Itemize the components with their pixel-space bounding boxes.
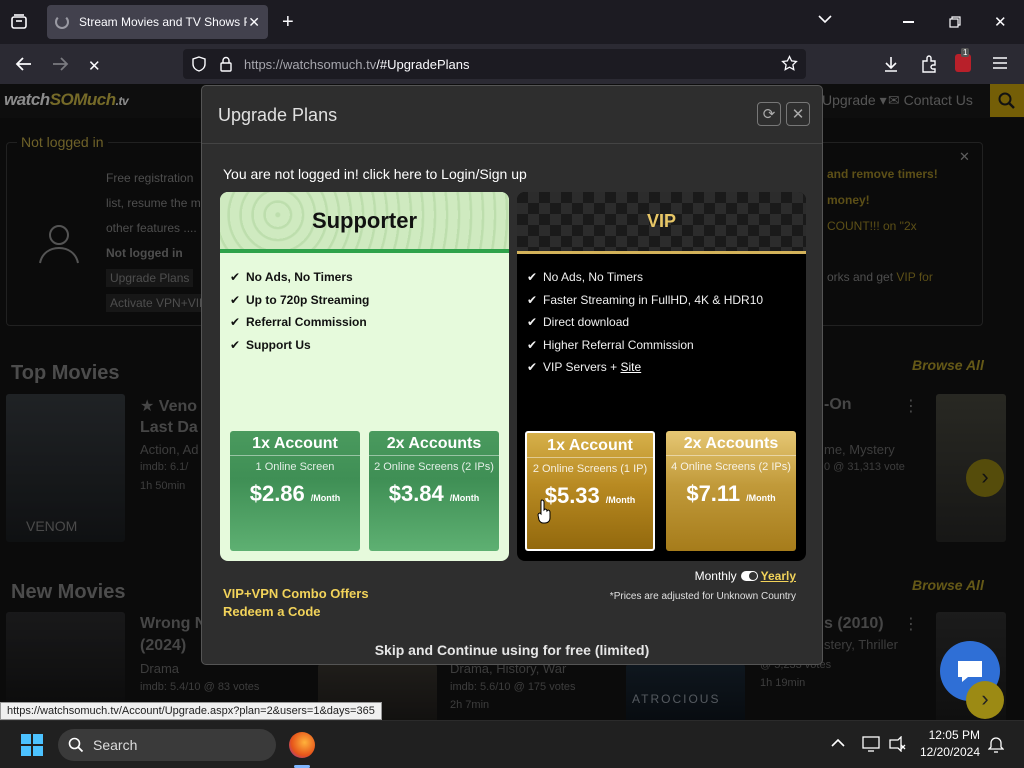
- notification-bell-icon[interactable]: [988, 736, 1004, 754]
- close-tab-icon[interactable]: ✕: [248, 14, 260, 31]
- taskbar: Search 12:05 PM 12/20/2024: [0, 720, 1024, 768]
- feature-item: ✔ No Ads, No Timers: [230, 270, 353, 285]
- search-label: Search: [93, 737, 138, 753]
- check-icon: ✔: [230, 337, 241, 352]
- price-supporter-2x[interactable]: 2x Accounts 2 Online Screens (2 IPs) $3.…: [369, 431, 499, 551]
- loading-icon: [55, 15, 69, 29]
- price-vip-2x[interactable]: 2x Accounts 4 Online Screens (2 IPs) $7.…: [666, 431, 796, 551]
- check-icon: ✔: [230, 270, 241, 285]
- modal-title: Upgrade Plans: [218, 105, 338, 125]
- vip-site-link[interactable]: Site: [621, 360, 642, 374]
- new-tab-icon[interactable]: +: [282, 11, 294, 34]
- price-head: 1x Account: [527, 433, 653, 458]
- tab-list-icon[interactable]: [10, 13, 28, 31]
- vip-vpn-combo-link[interactable]: VIP+VPN Combo Offers: [223, 585, 369, 603]
- refresh-icon[interactable]: ⟳: [757, 102, 781, 126]
- feature-item: ✔ VIP Servers + Site: [527, 360, 642, 375]
- feature-item: ✔ Up to 720p Streaming: [230, 292, 370, 307]
- upgrade-plans-modal: Upgrade Plans ⟳ ✕ You are not logged in!…: [201, 85, 823, 665]
- price-sub: 1 Online Screen: [255, 461, 335, 473]
- extensions-icon[interactable]: [920, 55, 938, 73]
- price-supporter-1x[interactable]: 1x Account 1 Online Screen $2.86/Month: [230, 431, 360, 551]
- vip-header: VIP: [517, 192, 806, 254]
- check-icon: ✔: [527, 315, 538, 330]
- combo-links: VIP+VPN Combo Offers Redeem a Code: [223, 585, 369, 621]
- price-value: $2.86/Month: [249, 481, 341, 506]
- check-icon: ✔: [230, 292, 241, 307]
- back-icon[interactable]: [15, 56, 33, 72]
- supporter-features: ✔ No Ads, No Timers ✔ Up to 720p Streaming…: [230, 266, 369, 356]
- status-bar-url: https://watchsomuch.tv/Account/Upgrade.a…: [0, 702, 382, 720]
- redeem-code-link[interactable]: Redeem a Code: [223, 603, 369, 621]
- restore-icon[interactable]: [949, 16, 961, 28]
- close-window-icon[interactable]: ✕: [994, 13, 1007, 31]
- network-muted-icon[interactable]: [888, 736, 906, 752]
- search-icon: [68, 737, 84, 753]
- login-signup-link[interactable]: You are not logged in! click here to Log…: [223, 166, 527, 182]
- check-icon: ✔: [230, 315, 241, 330]
- shield-icon[interactable]: [191, 56, 207, 72]
- forward-icon[interactable]: [51, 56, 69, 72]
- check-icon: ✔: [527, 360, 538, 375]
- tray-chevron-up-icon[interactable]: [831, 738, 845, 748]
- chevron-down-icon[interactable]: [818, 14, 832, 24]
- price-head: 1x Account: [230, 431, 360, 456]
- check-icon: ✔: [527, 337, 538, 352]
- price-sub: 2 Online Screens (1 IP): [532, 463, 648, 475]
- firefox-icon[interactable]: [289, 732, 315, 758]
- price-value: $3.84/Month: [388, 481, 480, 506]
- feature-item: ✔ Support Us: [230, 337, 311, 352]
- taskbar-search[interactable]: Search: [58, 729, 276, 761]
- billing-toggle-switch[interactable]: [740, 571, 758, 581]
- yearly-label[interactable]: Yearly: [761, 569, 796, 583]
- clock-time[interactable]: 12:05 PM: [912, 728, 980, 742]
- browser-tab[interactable]: Stream Movies and TV Shows F ✕: [47, 5, 268, 39]
- price-sub: 2 Online Screens (2 IPs): [374, 461, 494, 473]
- price-value: $7.11/Month: [686, 481, 776, 506]
- lock-icon[interactable]: [219, 56, 233, 72]
- carousel-next-icon-2[interactable]: ›: [966, 681, 1004, 719]
- stop-loading-icon[interactable]: ✕: [88, 57, 101, 75]
- supporter-header: Supporter: [220, 192, 509, 253]
- mouse-cursor-icon: [537, 498, 553, 524]
- nav-bar: ✕ https://watchsomuch.tv/#UpgradePlans 1: [0, 44, 1024, 84]
- menu-icon[interactable]: [993, 57, 1007, 69]
- feature-item: ✔ Direct download: [527, 315, 630, 330]
- feature-item: ✔ Referral Commission: [230, 315, 367, 330]
- vip-features: ✔ No Ads, No Timers ✔ Faster Streaming in …: [527, 266, 763, 379]
- skip-continue-button[interactable]: Skip and Continue using for free (limite…: [202, 642, 822, 658]
- plan-vip: VIP ✔ No Ads, No Timers ✔ Faster Streaming…: [517, 192, 806, 561]
- clock-date[interactable]: 12/20/2024: [912, 745, 980, 759]
- bookmark-star-icon[interactable]: [781, 55, 798, 72]
- feature-item: ✔ Faster Streaming in FullHD, 4K & HDR10: [527, 292, 764, 307]
- ublock-icon[interactable]: 1: [955, 48, 971, 72]
- price-sub: 4 Online Screens (2 IPs): [671, 461, 791, 473]
- display-icon[interactable]: [862, 736, 880, 752]
- feature-item: ✔ Higher Referral Commission: [527, 337, 694, 352]
- plan-supporter: Supporter ✔ No Ads, No Timers ✔ Up to 720p…: [220, 192, 509, 561]
- extension-badge: 1: [961, 48, 970, 57]
- download-icon[interactable]: [883, 55, 899, 73]
- check-icon: ✔: [527, 270, 538, 285]
- supporter-name: Supporter: [311, 208, 418, 233]
- windows-start-icon[interactable]: [21, 734, 43, 756]
- billing-period-toggle: Monthly Yearly: [695, 569, 796, 583]
- check-icon: ✔: [527, 292, 538, 307]
- price-head: 2x Accounts: [666, 431, 796, 456]
- tab-bar: Stream Movies and TV Shows F ✕ + ✕: [0, 0, 1024, 44]
- modal-close-icon[interactable]: ✕: [786, 102, 810, 126]
- feature-item: ✔ No Ads, No Timers: [527, 270, 644, 285]
- url-bar[interactable]: https://watchsomuch.tv/#UpgradePlans: [183, 49, 806, 79]
- url-text: https://watchsomuch.tv/#UpgradePlans: [244, 57, 470, 72]
- price-adjust-note: *Prices are adjusted for Unknown Country: [609, 591, 796, 602]
- price-head: 2x Accounts: [369, 431, 499, 456]
- vip-name: VIP: [646, 211, 676, 231]
- tab-title: Stream Movies and TV Shows F: [79, 15, 247, 29]
- monthly-label[interactable]: Monthly: [695, 569, 737, 583]
- price-vip-1x[interactable]: 1x Account 2 Online Screens (1 IP) $5.33…: [525, 431, 655, 551]
- modal-header: Upgrade Plans ⟳ ✕: [202, 86, 822, 144]
- minimize-icon[interactable]: [903, 21, 914, 23]
